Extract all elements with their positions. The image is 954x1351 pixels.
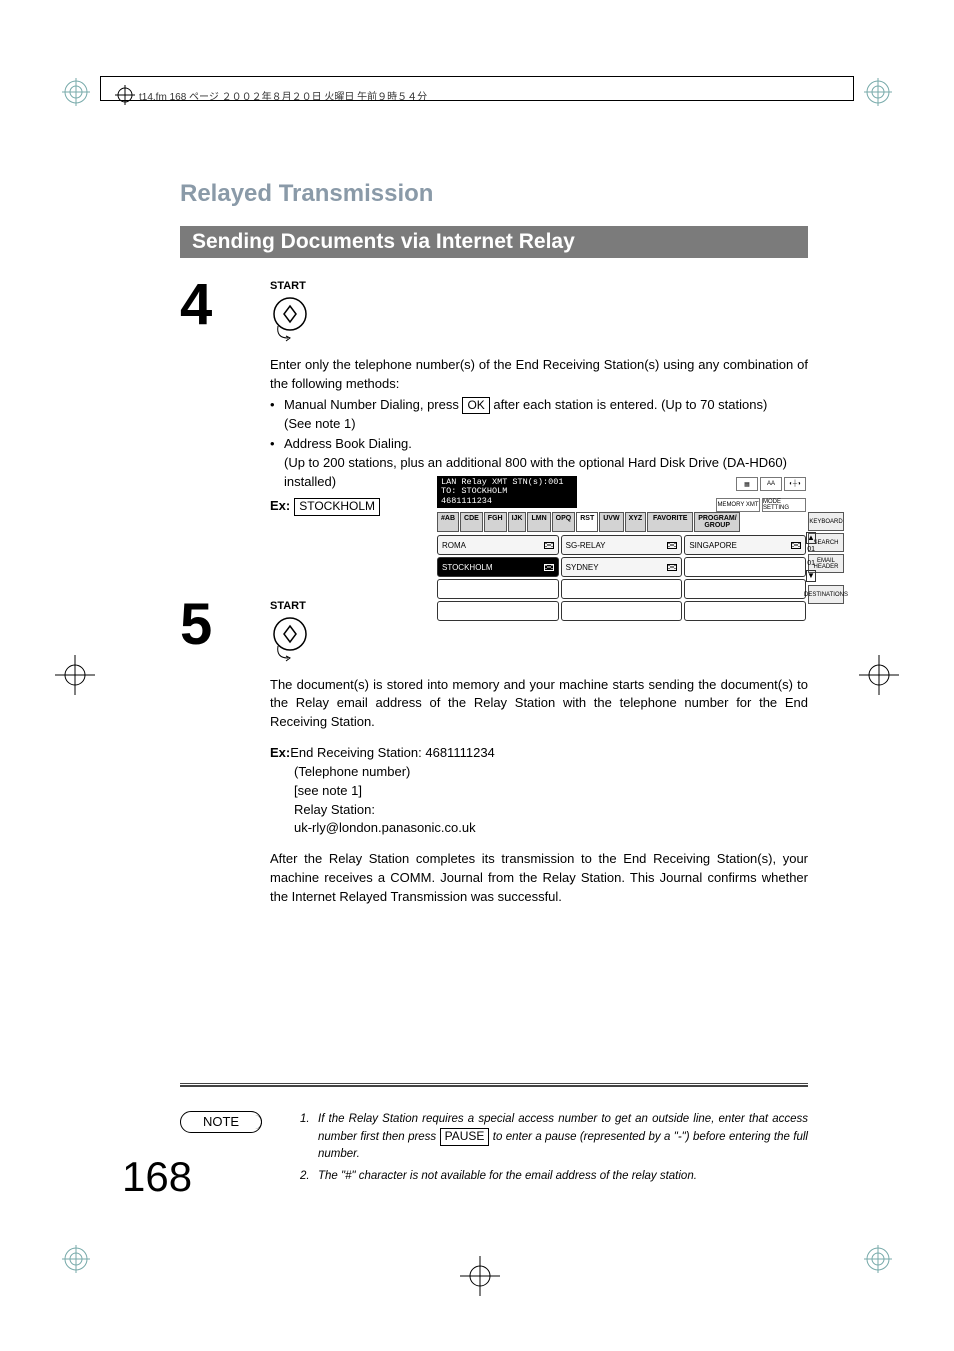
main-header: Relayed Transmission — [180, 180, 808, 208]
note-divider — [180, 1083, 808, 1087]
scroll-up-icon: ▲ — [806, 532, 816, 544]
page-number: 168 — [122, 1153, 192, 1201]
note2-text: The "#" character is not available for t… — [318, 1168, 808, 1185]
station-empty — [684, 601, 806, 621]
step-number-5: 5 — [180, 596, 270, 907]
start-label: START — [270, 280, 808, 292]
step5-p2: After the Relay Station completes its tr… — [270, 850, 808, 907]
example-label: Ex: — [270, 498, 290, 513]
mail-icon — [544, 542, 554, 549]
station-sg-relay: SG-RELAY — [561, 535, 683, 555]
station-empty — [561, 579, 683, 599]
memory-xmt-button: MEMORY XMT — [716, 498, 760, 512]
tab-favorite: FAVORITE — [647, 512, 693, 532]
tab-cde: CDE — [460, 512, 483, 532]
text-size-icon: AA — [760, 477, 782, 491]
tab-rst: RST — [576, 512, 598, 532]
scroll-down-icon: ▼ — [806, 570, 816, 582]
start-button-icon — [272, 616, 312, 662]
station-singapore: SINGAPORE — [684, 535, 806, 555]
ok-key: OK — [462, 397, 489, 415]
station-empty — [684, 579, 806, 599]
contrast-icon: ◐┼◑ — [784, 477, 806, 491]
tab-lmn: LMN — [527, 512, 550, 532]
screen-status: LAN Relay XMT STN(s):001 TO: STOCKHOLM 4… — [437, 476, 577, 508]
mail-icon — [791, 542, 801, 549]
station-empty — [437, 601, 559, 621]
crosshair-icon — [50, 650, 100, 700]
step5-example: Ex:End Receiving Station: 4681111234 (Te… — [270, 744, 808, 838]
station-sydney: SYDNEY — [561, 557, 683, 577]
note-badge: NOTE — [180, 1111, 262, 1133]
registration-mark-icon — [864, 78, 892, 106]
note-number: 2. — [300, 1168, 318, 1185]
station-empty — [561, 601, 683, 621]
station-roma: ROMA — [437, 535, 559, 555]
note1-text: If the Relay Station requires a special … — [318, 1111, 808, 1164]
start-button-icon — [272, 296, 312, 342]
grid-icon: ▦ — [736, 477, 758, 491]
header-rule — [100, 76, 854, 100]
alpha-tabs: #AB CDE FGH IJK LMN OPQ RST UVW XYZ FAVO… — [437, 512, 806, 532]
station-stockholm: STOCKHOLM — [437, 557, 559, 577]
registration-mark-icon — [62, 78, 90, 106]
step-number-4: 4 — [180, 276, 270, 516]
step5-p1: The document(s) is stored into memory an… — [270, 676, 808, 733]
scroll-counter: 01 — [807, 560, 815, 567]
lcd-screen-illustration: LAN Relay XMT STN(s):001 TO: STOCKHOLM 4… — [437, 476, 806, 610]
destinations-button: DESTINATIONS — [808, 585, 844, 604]
header-rule-bottom — [100, 100, 854, 101]
tab-xyz: XYZ — [625, 512, 647, 532]
tab-ijk: IJK — [508, 512, 527, 532]
example-stockholm: STOCKHOLM — [294, 498, 380, 516]
mail-icon — [667, 542, 677, 549]
tab-uvw: UVW — [599, 512, 623, 532]
crosshair-icon — [854, 650, 904, 700]
pause-key: PAUSE — [440, 1128, 490, 1146]
bullet-icon: • — [270, 435, 284, 454]
step4-intro: Enter only the telephone number(s) of th… — [270, 356, 808, 394]
station-empty — [684, 557, 806, 577]
scroll-counter: 01 — [807, 546, 815, 553]
tab-opq: OPQ — [552, 512, 576, 532]
see-note-1: (See note 1) — [270, 415, 808, 434]
keyboard-button: KEYBOARD — [808, 512, 844, 531]
sub-header: Sending Documents via Internet Relay — [180, 226, 808, 258]
mail-icon — [667, 564, 677, 571]
tab-program-group: PROGRAM/ GROUP — [694, 512, 740, 532]
tab-fgh: FGH — [484, 512, 507, 532]
step4-bullet2: Address Book Dialing. — [284, 435, 808, 454]
tab-ab: #AB — [437, 512, 459, 532]
note-number: 1. — [300, 1111, 318, 1164]
registration-mark-icon — [62, 1245, 90, 1273]
mail-icon — [544, 564, 554, 571]
registration-mark-icon — [864, 1245, 892, 1273]
bullet-icon: • — [270, 396, 284, 415]
crosshair-icon — [455, 1251, 505, 1301]
step4-bullet1: Manual Number Dialing, press OK after ea… — [284, 396, 808, 415]
mode-setting-button: MODE SETTING — [762, 498, 806, 512]
station-empty — [437, 579, 559, 599]
